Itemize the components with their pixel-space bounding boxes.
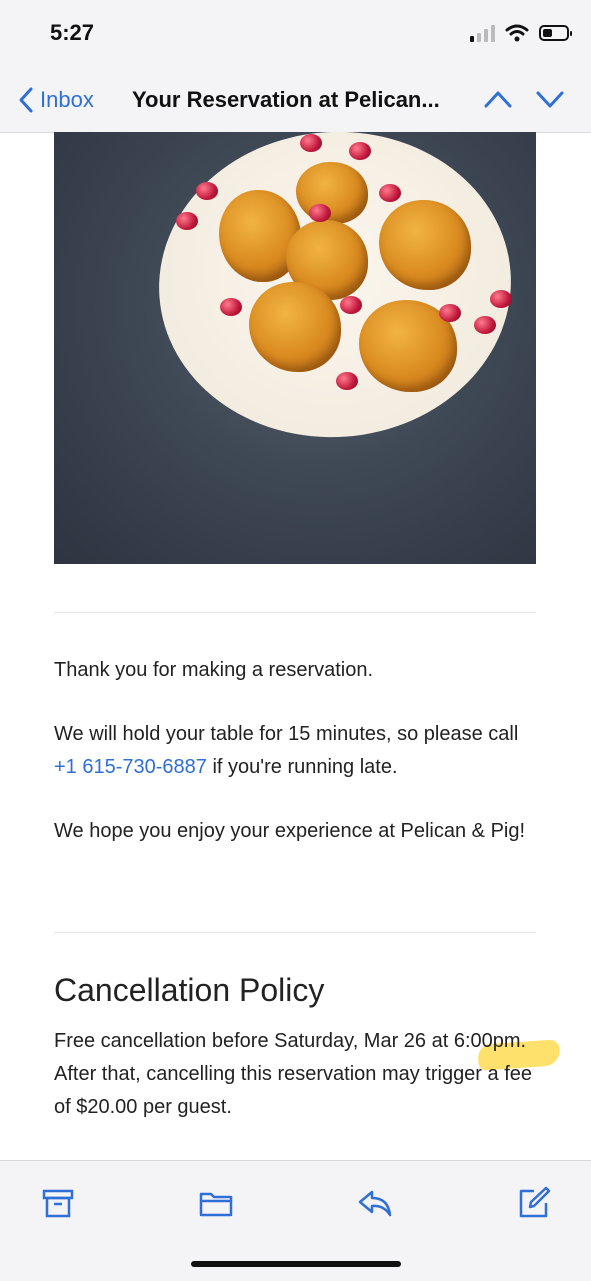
nav-bar: Inbox Your Reservation at Pelican... [0,72,591,133]
next-message-icon[interactable] [535,88,565,110]
compose-icon[interactable] [516,1185,552,1221]
potato [379,200,471,290]
pomegranate-seed [340,296,362,314]
back-label: Inbox [40,87,94,112]
hold-text-start: We will hold your table for 15 minutes, … [54,723,519,745]
reply-icon[interactable] [357,1185,393,1221]
divider [54,612,536,613]
pomegranate-seed [474,316,496,334]
email-subject-title: Your Reservation at Pelican... [132,87,440,112]
archive-icon[interactable] [40,1185,76,1221]
pomegranate-seed [336,372,358,390]
battery-icon [539,25,572,41]
wifi-icon [505,24,529,42]
hold-table-text: We will hold your table for 15 minutes, … [54,718,536,784]
enjoy-text: We hope you enjoy your experience at Pel… [54,820,526,842]
home-indicator[interactable] [191,1261,401,1267]
pomegranate-seed [349,142,371,160]
folder-icon[interactable] [198,1185,234,1221]
status-time: 5:27 [50,20,95,45]
cancellation-policy-text: Free cancellation before Saturday, Mar 2… [54,1030,533,1118]
phone-link[interactable]: +1 615-730-6887 [54,756,207,778]
pomegranate-seed [439,304,461,322]
thanks-text: Thank you for making a reservation. [54,659,374,681]
pomegranate-seed [300,134,322,152]
message-navigation [483,88,565,110]
pomegranate-seed [490,290,512,308]
pomegranate-seed [196,182,218,200]
chevron-left-icon [19,87,33,113]
pomegranate-seed [176,212,198,230]
pomegranate-seed [309,204,331,222]
email-body: Thank you for making a reservation. We w… [0,132,591,1160]
back-to-inbox-button[interactable]: Inbox [18,86,94,114]
potato [249,282,341,372]
potato [296,162,368,224]
food-photo [54,132,536,564]
hold-text-end: if you're running late. [206,756,398,778]
status-icons [470,24,572,42]
status-bar: 5:27 [0,0,591,72]
pomegranate-seed [379,184,401,202]
cellular-signal-icon [470,24,495,42]
cancellation-policy-heading: Cancellation Policy [54,972,325,1008]
previous-message-icon[interactable] [483,88,513,110]
pomegranate-seed [220,298,242,316]
divider [54,932,536,933]
